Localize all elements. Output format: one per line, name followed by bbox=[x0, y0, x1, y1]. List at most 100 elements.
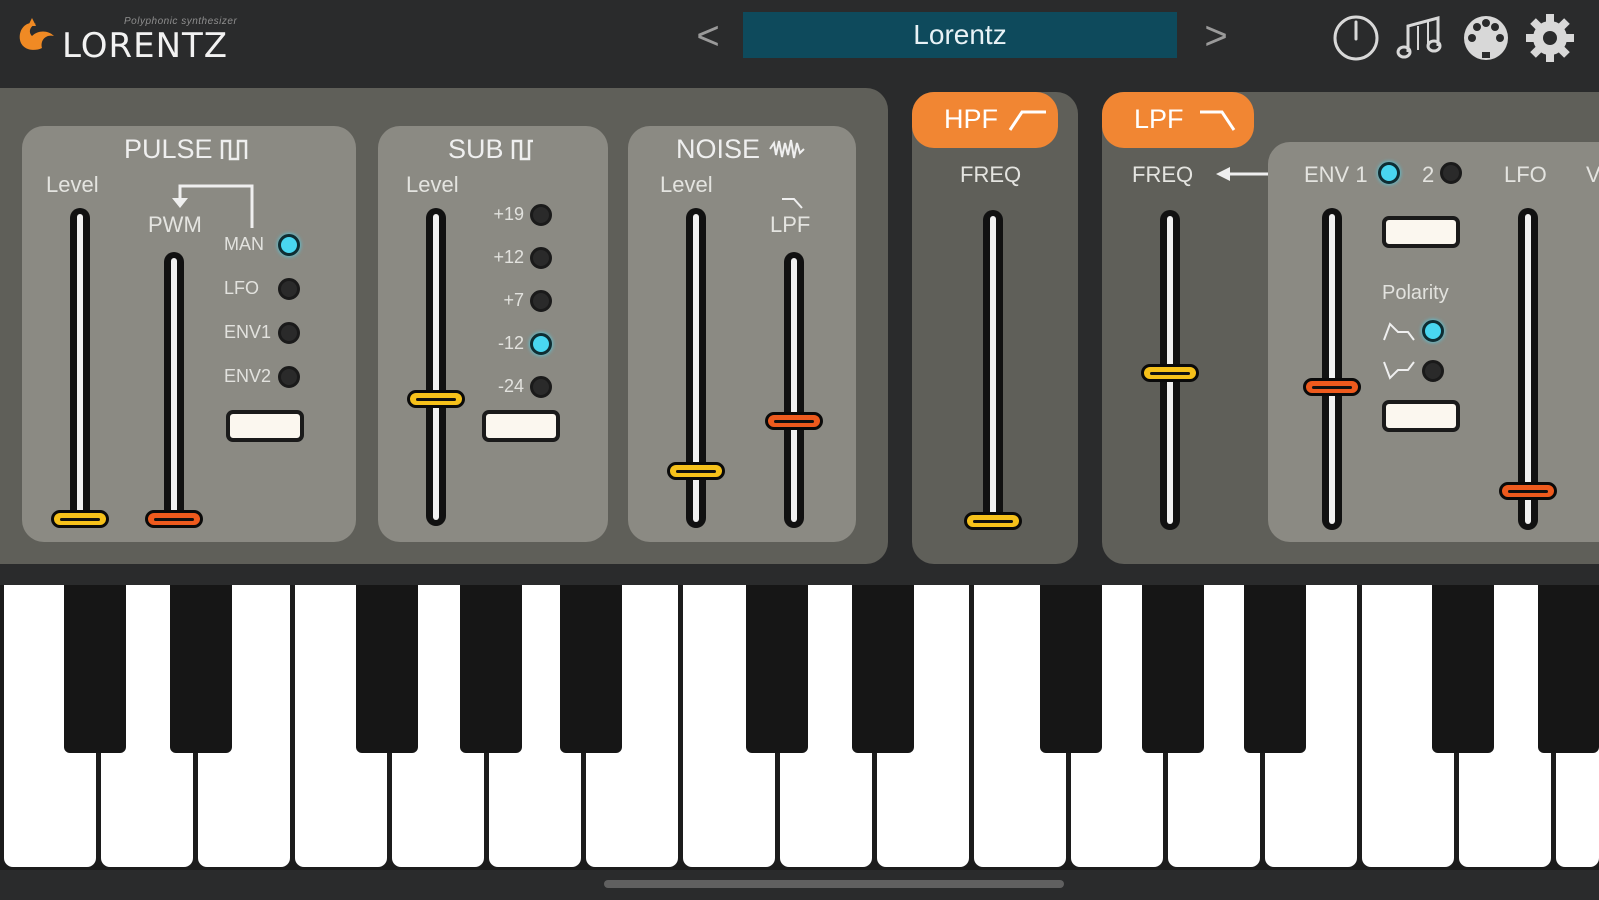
pwm-routing-arrow-icon bbox=[172, 184, 254, 228]
env2-label: 2 bbox=[1422, 162, 1435, 187]
black-key[interactable] bbox=[64, 585, 126, 753]
env-amount-fader[interactable] bbox=[1322, 208, 1342, 530]
piano-keyboard bbox=[0, 585, 1599, 870]
lowpass-shape-icon bbox=[782, 198, 803, 209]
sub-title-text: SUB bbox=[448, 134, 504, 164]
black-key[interactable] bbox=[1040, 585, 1102, 753]
sub-level-fader[interactable] bbox=[426, 208, 446, 526]
hpf-freq-label: FREQ bbox=[960, 162, 1022, 187]
negative-envelope-icon bbox=[1383, 361, 1415, 380]
black-key[interactable] bbox=[356, 585, 418, 753]
prev-preset-button[interactable]: < bbox=[688, 14, 728, 58]
noise-section: NOISE Level LPF bbox=[628, 126, 856, 542]
lowpass-shape-icon bbox=[1200, 110, 1236, 131]
env1-label: ENV 1 bbox=[1304, 162, 1368, 187]
lpf-mod-section: ENV 1 2 LFO V Polarity bbox=[1268, 142, 1599, 542]
sub-interval-label-plus7: +7 bbox=[503, 290, 524, 310]
midi-connector-icon[interactable] bbox=[1460, 12, 1512, 64]
hpf-freq-fader[interactable] bbox=[983, 210, 1003, 530]
pwm-source-lfo-led[interactable] bbox=[278, 278, 300, 300]
black-key[interactable] bbox=[1244, 585, 1306, 753]
highpass-shape-icon bbox=[1008, 110, 1046, 131]
sub-interval-label-plus19: +19 bbox=[493, 204, 524, 224]
black-key[interactable] bbox=[1432, 585, 1494, 753]
pwm-source-label-lfo: LFO bbox=[224, 278, 260, 298]
env-select-button[interactable] bbox=[1382, 216, 1460, 248]
lorentz-logo-icon bbox=[19, 18, 54, 50]
polarity-label: Polarity bbox=[1382, 282, 1449, 304]
noise-level-handle[interactable] bbox=[667, 462, 725, 480]
sub-section: SUB Level +19 +12 +7 -12 -24 bbox=[378, 126, 608, 542]
lpf-freq-handle[interactable] bbox=[1141, 364, 1199, 382]
lpf-panel: LPF FREQ ENV 1 2 LFO V Polarity bbox=[1102, 92, 1599, 564]
pwm-handle[interactable] bbox=[145, 510, 203, 528]
logo-name: LORENTZ bbox=[62, 26, 229, 66]
sub-interval-plus12-led[interactable] bbox=[530, 247, 552, 269]
pulse-level-label: Level bbox=[46, 172, 99, 197]
black-key[interactable] bbox=[746, 585, 808, 753]
lpf-title: LPF bbox=[1134, 104, 1184, 134]
power-icon[interactable] bbox=[1330, 12, 1382, 64]
pwm-source-man-led[interactable] bbox=[278, 234, 300, 256]
noise-level-fader[interactable] bbox=[686, 208, 706, 528]
black-key[interactable] bbox=[1142, 585, 1204, 753]
hpf-panel: HPF FREQ bbox=[912, 92, 1078, 564]
pwm-fader[interactable] bbox=[164, 252, 184, 526]
pulse-title-text: PULSE bbox=[124, 134, 213, 164]
sub-interval-plus19-led[interactable] bbox=[530, 204, 552, 226]
pwm-source-label-man: MAN bbox=[224, 234, 264, 254]
sub-interval-label-minus12: -12 bbox=[497, 333, 524, 353]
sub-interval-select-button[interactable] bbox=[482, 410, 560, 442]
black-key[interactable] bbox=[560, 585, 622, 753]
home-indicator[interactable] bbox=[604, 880, 1064, 888]
noise-level-label: Level bbox=[660, 172, 713, 197]
sub-level-label: Level bbox=[406, 172, 459, 197]
hpf-tab: HPF bbox=[912, 92, 1058, 148]
noise-lpf-handle[interactable] bbox=[765, 412, 823, 430]
black-key[interactable] bbox=[460, 585, 522, 753]
pulse-title: PULSE bbox=[124, 134, 248, 165]
polarity-select-button[interactable] bbox=[1382, 400, 1460, 432]
pulse-level-handle[interactable] bbox=[51, 510, 109, 528]
sub-interval-label-plus12: +12 bbox=[493, 247, 524, 267]
black-key[interactable] bbox=[170, 585, 232, 753]
noise-wave-icon bbox=[768, 139, 805, 159]
env1-select-led[interactable] bbox=[1378, 162, 1400, 184]
polarity-negative-led[interactable] bbox=[1422, 360, 1444, 382]
sub-interval-minus12-led[interactable] bbox=[530, 333, 552, 355]
lfo-amount-handle[interactable] bbox=[1499, 482, 1557, 500]
noise-lpf-fader[interactable] bbox=[784, 252, 804, 528]
noise-title: NOISE bbox=[676, 134, 806, 165]
env2-select-led[interactable] bbox=[1440, 162, 1462, 184]
env-amount-handle[interactable] bbox=[1303, 378, 1361, 396]
pwm-source-label-env1: ENV1 bbox=[224, 322, 272, 342]
hpf-freq-handle[interactable] bbox=[964, 512, 1022, 530]
black-key[interactable] bbox=[1538, 585, 1599, 753]
sub-interval-minus24-led[interactable] bbox=[530, 376, 552, 398]
noise-title-text: NOISE bbox=[676, 134, 761, 164]
lfo-label: LFO bbox=[1504, 162, 1547, 187]
pulse-level-fader[interactable] bbox=[70, 208, 90, 526]
pwm-source-label-env2: ENV2 bbox=[224, 366, 272, 386]
sub-interval-label-minus24: -24 bbox=[497, 376, 524, 396]
pulse-wave-icon bbox=[220, 139, 248, 161]
next-preset-button[interactable]: > bbox=[1196, 14, 1236, 58]
sub-square-wave-icon bbox=[511, 139, 534, 161]
truncated-label: V bbox=[1586, 162, 1599, 187]
sub-interval-plus7-led[interactable] bbox=[530, 290, 552, 312]
sub-title: SUB bbox=[448, 134, 535, 165]
music-notes-icon[interactable] bbox=[1394, 12, 1446, 64]
noise-lpf-label: LPF bbox=[770, 212, 811, 237]
hpf-title: HPF bbox=[944, 104, 998, 134]
lpf-tab: LPF bbox=[1102, 92, 1254, 148]
black-key[interactable] bbox=[852, 585, 914, 753]
polarity-positive-led[interactable] bbox=[1422, 320, 1444, 342]
pwm-source-select-button[interactable] bbox=[226, 410, 304, 442]
pwm-source-env1-led[interactable] bbox=[278, 322, 300, 344]
app-logo: Polyphonic synthesizer LORENTZ bbox=[14, 14, 284, 66]
synth-app: Polyphonic synthesizer LORENTZ < Lorentz… bbox=[0, 0, 1599, 900]
preset-name-display[interactable]: Lorentz bbox=[743, 12, 1177, 58]
sub-level-handle[interactable] bbox=[407, 390, 465, 408]
pwm-source-env2-led[interactable] bbox=[278, 366, 300, 388]
gear-icon[interactable] bbox=[1524, 12, 1576, 64]
